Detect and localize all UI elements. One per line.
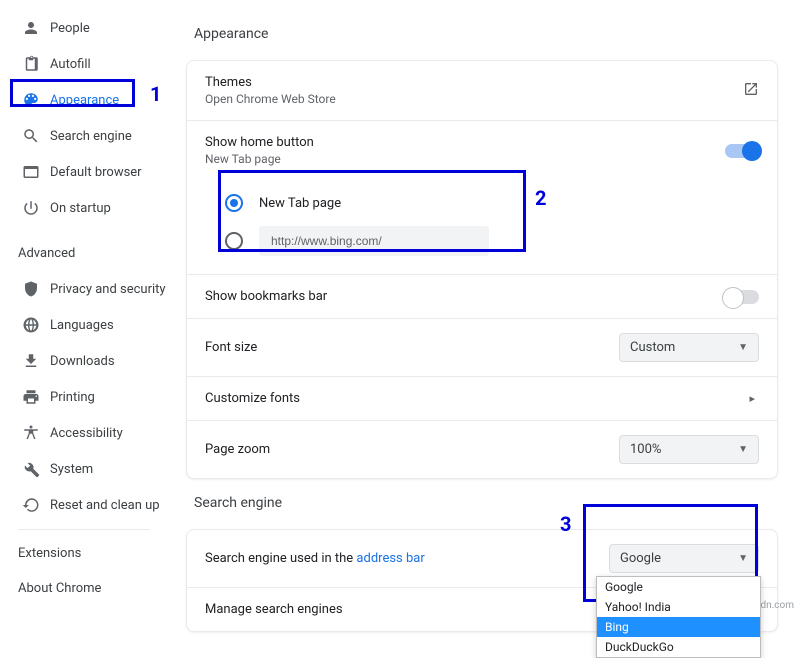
row-label: Font size xyxy=(205,340,619,355)
palette-icon xyxy=(22,91,50,109)
row-label: Show home button xyxy=(205,135,725,150)
sidebar-item-label: Accessibility xyxy=(50,426,123,441)
dropdown-value: 100% xyxy=(630,442,661,457)
sidebar-item-search-engine[interactable]: Search engine xyxy=(0,118,168,154)
restore-icon xyxy=(22,496,50,514)
sidebar-about[interactable]: About Chrome xyxy=(0,571,168,606)
sidebar-item-label: Default browser xyxy=(50,165,142,180)
sidebar-item-privacy[interactable]: Privacy and security xyxy=(0,271,168,307)
home-button-toggle[interactable] xyxy=(725,144,759,158)
search-engine-dropdown[interactable]: Google ▼ xyxy=(609,544,759,573)
home-button-row: Show home button New Tab page xyxy=(187,121,777,180)
divider xyxy=(18,529,150,530)
row-label: Page zoom xyxy=(205,442,619,457)
dropdown-option[interactable]: Google xyxy=(597,577,760,597)
sidebar-item-printing[interactable]: Printing xyxy=(0,379,168,415)
radio-button[interactable] xyxy=(225,194,243,212)
chevron-down-icon: ▼ xyxy=(738,444,748,455)
sidebar-item-label: Appearance xyxy=(50,93,119,108)
shield-icon xyxy=(22,280,50,298)
dropdown-option[interactable]: DuckDuckGo xyxy=(597,637,760,657)
sidebar-item-label: Printing xyxy=(50,390,95,405)
sidebar-item-label: Search engine xyxy=(50,129,132,144)
radio-button[interactable] xyxy=(225,232,243,250)
chevron-right-icon: ▸ xyxy=(749,392,759,405)
main-content: Appearance Themes Open Chrome Web Store … xyxy=(168,0,800,632)
sidebar-item-languages[interactable]: Languages xyxy=(0,307,168,343)
sidebar-item-system[interactable]: System xyxy=(0,451,168,487)
appearance-card: Themes Open Chrome Web Store Show home b… xyxy=(186,60,778,479)
sidebar-item-people[interactable]: People xyxy=(0,10,168,46)
browser-icon xyxy=(22,163,50,181)
customize-fonts-row[interactable]: Customize fonts ▸ xyxy=(187,377,777,421)
row-label: Customize fonts xyxy=(205,391,749,406)
section-title-appearance: Appearance xyxy=(186,10,778,60)
row-sublabel: New Tab page xyxy=(205,152,725,166)
bookmarks-row: Show bookmarks bar xyxy=(187,275,777,319)
row-sublabel: Open Chrome Web Store xyxy=(205,92,743,106)
section-title-search-engine: Search engine xyxy=(186,479,778,529)
sidebar-item-label: People xyxy=(50,21,90,36)
row-label: Show bookmarks bar xyxy=(205,289,725,304)
sidebar-item-autofill[interactable]: Autofill xyxy=(0,46,168,82)
globe-icon xyxy=(22,316,50,334)
font-size-dropdown[interactable]: Custom ▼ xyxy=(619,333,759,362)
sidebar-item-label: Languages xyxy=(50,318,114,333)
person-icon xyxy=(22,19,50,37)
chevron-down-icon: ▼ xyxy=(738,342,748,353)
custom-url-input[interactable] xyxy=(259,226,489,256)
radio-label: New Tab page xyxy=(259,196,341,211)
wrench-icon xyxy=(22,460,50,478)
sidebar-item-label: On startup xyxy=(50,201,111,216)
settings-sidebar: People Autofill Appearance Search engine… xyxy=(0,0,168,632)
sidebar-item-label: Reset and clean up xyxy=(50,498,160,513)
sidebar-item-accessibility[interactable]: Accessibility xyxy=(0,415,168,451)
sidebar-item-label: System xyxy=(50,462,93,477)
sidebar-item-label: Downloads xyxy=(50,354,115,369)
power-icon xyxy=(22,199,50,217)
sidebar-item-on-startup[interactable]: On startup xyxy=(0,190,168,226)
font-size-row: Font size Custom ▼ xyxy=(187,319,777,377)
search-engine-row: Search engine used in the address bar Go… xyxy=(187,530,777,588)
sidebar-item-reset[interactable]: Reset and clean up xyxy=(0,487,168,523)
print-icon xyxy=(22,388,50,406)
dropdown-option[interactable]: Yahoo! India xyxy=(597,597,760,617)
row-label-prefix: Search engine used in the xyxy=(205,551,356,566)
sidebar-item-label: Autofill xyxy=(50,57,91,72)
dropdown-value: Custom xyxy=(630,340,675,355)
search-engine-dropdown-menu: Google Yahoo! India Bing DuckDuckGo xyxy=(596,576,761,658)
download-icon xyxy=(22,352,50,370)
dropdown-option[interactable]: Bing xyxy=(597,617,760,637)
clipboard-icon xyxy=(22,55,50,73)
radio-new-tab-row[interactable]: New Tab page xyxy=(225,184,759,222)
themes-row[interactable]: Themes Open Chrome Web Store xyxy=(187,61,777,121)
dropdown-value: Google xyxy=(620,551,661,566)
page-zoom-row: Page zoom 100% ▼ xyxy=(187,421,777,478)
row-label: Themes xyxy=(205,75,743,90)
radio-custom-url-row[interactable] xyxy=(225,222,759,260)
sidebar-item-appearance[interactable]: Appearance xyxy=(0,82,168,118)
accessibility-icon xyxy=(22,424,50,442)
sidebar-item-default-browser[interactable]: Default browser xyxy=(0,154,168,190)
open-external-icon xyxy=(743,81,759,101)
address-bar-link[interactable]: address bar xyxy=(356,551,424,566)
sidebar-extensions[interactable]: Extensions xyxy=(0,536,168,571)
page-zoom-dropdown[interactable]: 100% ▼ xyxy=(619,435,759,464)
bookmarks-toggle[interactable] xyxy=(725,290,759,304)
chevron-down-icon: ▼ xyxy=(738,553,748,564)
sidebar-advanced-label[interactable]: Advanced xyxy=(0,226,168,271)
search-icon xyxy=(22,127,50,145)
home-button-radio-group: New Tab page xyxy=(187,180,777,275)
sidebar-item-downloads[interactable]: Downloads xyxy=(0,343,168,379)
sidebar-item-label: Privacy and security xyxy=(50,282,166,297)
